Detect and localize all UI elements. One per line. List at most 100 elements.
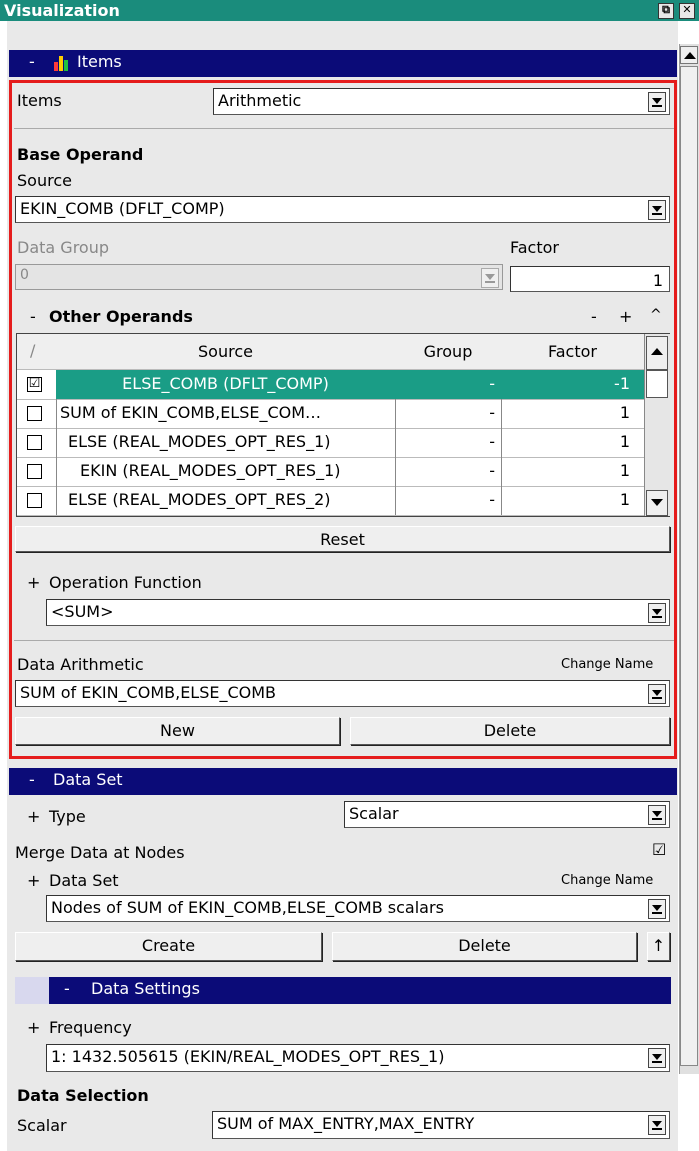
operand-row-checkbox-cell[interactable] [17, 486, 57, 516]
delete-dataset-label: Delete [458, 936, 511, 955]
operand-group-cell[interactable]: - [395, 370, 502, 400]
operand-factor-cell[interactable]: -1 [501, 370, 645, 400]
scroll-down-icon [651, 499, 663, 506]
reset-button[interactable]: Reset [15, 526, 670, 552]
window-titlebar: Visualization ⧉ ✕ [0, 0, 699, 21]
operand-group-text: - [489, 432, 495, 451]
operand-checkbox[interactable] [27, 493, 42, 508]
new-arithmetic-button[interactable]: New [15, 717, 340, 745]
dataset-dropdown[interactable]: Nodes of SUM of EKIN_COMB,ELSE_COMB scal… [46, 895, 670, 922]
delete-arithmetic-button[interactable]: Delete [350, 717, 670, 745]
delete-dataset-button[interactable]: Delete [332, 932, 637, 961]
collapse-toggle[interactable]: - [29, 52, 35, 71]
factor-input[interactable]: 1 [510, 266, 670, 292]
data-set-section-header[interactable]: - Data Set [9, 768, 677, 795]
operand-source-cell[interactable]: SUM of EKIN_COMB,ELSE_COM… [56, 399, 396, 429]
table-scroll-thumb[interactable] [646, 370, 668, 398]
operation-function-label: Operation Function [49, 573, 202, 592]
data-arithmetic-label: Data Arithmetic [17, 655, 144, 674]
frequency-label: Frequency [49, 1018, 132, 1037]
operand-group-cell[interactable]: - [395, 486, 502, 516]
operation-function-dropdown[interactable]: <SUM> [46, 599, 670, 626]
operand-group-cell[interactable]: - [395, 428, 502, 458]
float-window-button[interactable]: ⧉ [658, 3, 674, 19]
scroll-thumb[interactable] [680, 66, 698, 1066]
close-window-button[interactable]: ✕ [679, 3, 695, 19]
scalar-dropdown[interactable]: SUM of MAX_ENTRY,MAX_ENTRY [212, 1111, 670, 1139]
float-icon: ⧉ [662, 3, 670, 16]
operand-checkbox[interactable]: ☑ [27, 377, 42, 392]
collapse-toggle[interactable]: - [64, 979, 70, 998]
data-selection-title: Data Selection [17, 1086, 149, 1105]
frequency-value: 1: 1432.505615 (EKIN/REAL_MODES_OPT_RES_… [51, 1047, 445, 1066]
column-header-group[interactable]: Group [395, 334, 502, 370]
operand-factor-cell[interactable]: 1 [501, 428, 645, 458]
close-icon: ✕ [682, 3, 692, 16]
column-header-factor-label: Factor [548, 342, 597, 361]
table-scroll-up[interactable] [646, 336, 668, 370]
collapse-toggle[interactable]: - [29, 770, 35, 789]
frequency-expand[interactable]: + [27, 1018, 40, 1037]
move-up-dataset-button[interactable]: ↑ [647, 932, 670, 961]
operand-factor-text: -1 [614, 374, 630, 393]
sort-column-header[interactable]: / [17, 334, 57, 370]
column-header-factor[interactable]: Factor [501, 334, 645, 370]
delete-button-label: Delete [483, 721, 537, 740]
operand-row-checkbox-cell[interactable] [17, 457, 57, 487]
operand-row-checkbox-cell[interactable] [17, 428, 57, 458]
source-dropdown[interactable]: EKIN_COMB (DFLT_COMP) [15, 196, 670, 223]
operand-factor-cell[interactable]: 1 [501, 399, 645, 429]
sort-icon: / [30, 341, 36, 360]
operand-group-cell[interactable]: - [395, 399, 502, 429]
factor-value: 1 [652, 271, 663, 290]
operand-source-text: ELSE (REAL_MODES_OPT_RES_1) [68, 432, 331, 451]
data-group-value: 0 [20, 267, 29, 283]
chevron-down-icon [648, 899, 666, 919]
new-button-label: New [160, 721, 195, 740]
operands-table[interactable]: / Source Group Factor ☑ ELSE_COMB (DFLT_C… [16, 333, 670, 517]
operand-source-cell[interactable]: ELSE (REAL_MODES_OPT_RES_1) [56, 428, 396, 458]
operand-source-cell[interactable]: EKIN (REAL_MODES_OPT_RES_1) [56, 457, 396, 487]
operand-source-cell[interactable]: ELSE (REAL_MODES_OPT_RES_2) [56, 486, 396, 516]
change-name-link[interactable]: Change Name [561, 657, 653, 672]
operand-factor-cell[interactable]: 1 [501, 486, 645, 516]
operand-group-text: - [489, 374, 495, 393]
merge-nodes-label: Merge Data at Nodes [15, 843, 185, 862]
merge-nodes-checkbox[interactable]: ☑ [652, 840, 666, 859]
table-scroll-down[interactable] [646, 490, 668, 516]
dataset-change-name-link[interactable]: Change Name [561, 873, 653, 888]
items-section-header[interactable]: - Items [9, 50, 677, 77]
divider [14, 640, 674, 641]
other-operands-collapse[interactable]: - [30, 307, 36, 326]
operand-factor-cell[interactable]: 1 [501, 457, 645, 487]
create-dataset-button[interactable]: Create [15, 932, 322, 961]
items-dropdown[interactable]: Arithmetic [213, 88, 670, 115]
add-operand-button[interactable]: + [619, 307, 632, 326]
scroll-up-button[interactable] [680, 46, 698, 64]
type-dropdown[interactable]: Scalar [344, 801, 670, 828]
type-expand[interactable]: + [27, 807, 40, 826]
operation-function-expand[interactable]: + [27, 573, 40, 592]
dataset-expand[interactable]: + [27, 871, 40, 890]
operand-checkbox[interactable] [27, 435, 42, 450]
scroll-up-icon [651, 348, 663, 355]
operand-source-text: ELSE_COMB (DFLT_COMP) [122, 374, 329, 393]
move-up-button[interactable]: ^ [650, 307, 662, 323]
other-operands-title: Other Operands [49, 307, 193, 326]
data-settings-header[interactable]: - Data Settings [49, 977, 671, 1004]
operand-factor-text: 1 [619, 461, 630, 480]
operand-row-checkbox-cell[interactable]: ☑ [17, 370, 57, 400]
column-header-source[interactable]: Source [56, 334, 396, 370]
divider [14, 128, 674, 129]
data-arithmetic-dropdown[interactable]: SUM of EKIN_COMB,ELSE_COMB [15, 680, 670, 707]
operand-checkbox[interactable] [27, 464, 42, 479]
column-header-group-label: Group [423, 342, 473, 361]
frequency-dropdown[interactable]: 1: 1432.505615 (EKIN/REAL_MODES_OPT_RES_… [46, 1044, 670, 1072]
operand-row-checkbox-cell[interactable] [17, 399, 57, 429]
operand-group-cell[interactable]: - [395, 457, 502, 487]
operand-group-text: - [489, 461, 495, 480]
remove-operand-button[interactable]: - [591, 307, 597, 326]
reset-button-label: Reset [320, 530, 365, 549]
operand-checkbox[interactable] [27, 406, 42, 421]
operand-source-cell[interactable]: ELSE_COMB (DFLT_COMP) [56, 370, 396, 400]
